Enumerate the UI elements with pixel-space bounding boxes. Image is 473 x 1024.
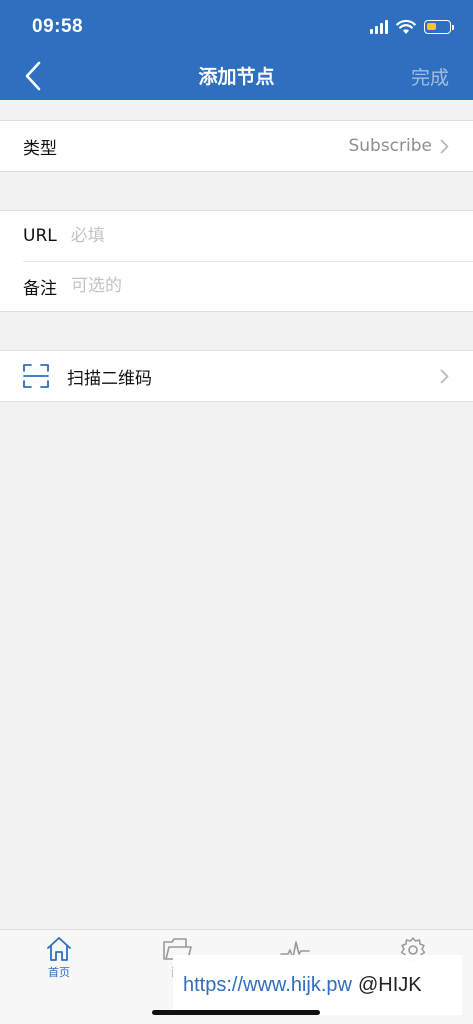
signal-icon [370, 20, 388, 34]
remark-label: 备注 [23, 278, 57, 299]
scan-qr-row[interactable]: 扫描二维码 [0, 351, 473, 401]
tab-home-label: 首页 [48, 966, 70, 979]
status-bar: 09:58 [0, 0, 473, 52]
battery-icon [424, 20, 454, 34]
chevron-right-icon [440, 369, 449, 384]
watermark-url: https://www.hijk.pw [183, 973, 352, 996]
nav-bar: 添加节点 完成 [0, 52, 473, 100]
url-input[interactable] [70, 221, 449, 251]
watermark: https://www.hijk.pw @HIJK [173, 955, 462, 1015]
watermark-handle: @HIJK [357, 973, 422, 996]
status-icons [370, 18, 454, 36]
type-value: Subscribe [348, 136, 432, 156]
qr-scan-icon [23, 364, 49, 388]
status-time: 09:58 [32, 16, 84, 37]
app-header: 09:58 添加节点 完成 [0, 0, 473, 100]
type-group: 类型 Subscribe [0, 120, 473, 172]
wifi-icon [396, 19, 416, 34]
page-title: 添加节点 [198, 66, 275, 88]
type-row[interactable]: 类型 Subscribe [0, 121, 473, 171]
home-icon [47, 937, 71, 961]
type-label: 类型 [23, 138, 57, 159]
done-button[interactable]: 完成 [411, 63, 449, 90]
remark-input[interactable] [71, 271, 449, 301]
scan-qr-label: 扫描二维码 [67, 368, 152, 389]
url-label: URL [23, 226, 57, 246]
home-indicator [152, 1010, 320, 1015]
scan-group: 扫描二维码 [0, 350, 473, 402]
battery-level [427, 23, 436, 30]
tab-home[interactable]: 首页 [0, 936, 118, 984]
node-fields-group: URL 备注 [0, 210, 473, 312]
url-row: URL [0, 211, 473, 261]
remark-row: 备注 [0, 261, 473, 311]
chevron-right-icon [440, 139, 449, 154]
